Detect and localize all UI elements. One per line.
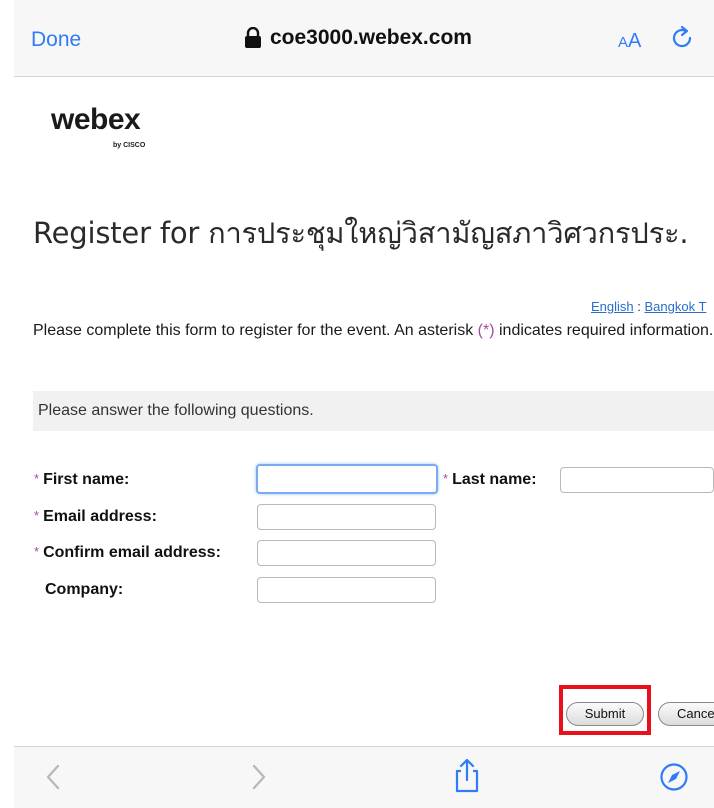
email-input[interactable] [257, 504, 436, 530]
logo-byline: by CISCO [113, 142, 146, 149]
browser-bottom-bar [14, 746, 714, 808]
required-star: * [34, 471, 40, 486]
required-marker-note: (*) [477, 322, 495, 339]
reload-icon[interactable] [670, 25, 696, 51]
forward-icon[interactable] [244, 761, 274, 793]
lang-separator: : [633, 299, 645, 314]
last-name-label-text: Last name: [452, 471, 537, 488]
last-name-label: * Last name: [443, 471, 537, 489]
first-name-input[interactable] [256, 464, 438, 494]
timezone-link[interactable]: Bangkok T [644, 299, 706, 314]
text-size-button[interactable]: AA [618, 30, 641, 53]
language-link[interactable]: English [591, 299, 634, 314]
logo-wordmark: webex [51, 103, 141, 136]
questions-header: Please answer the following questions. [38, 402, 314, 419]
required-star: * [34, 508, 40, 523]
submit-highlight-box [559, 685, 651, 735]
url-text: coe3000.webex.com [270, 26, 472, 49]
email-label-text: Email address: [43, 508, 157, 525]
intro-text-end: indicates required information. [494, 322, 714, 339]
confirm-email-label: * Confirm email address: [34, 544, 221, 562]
page-title: Register for การประชุมใหญ่วิสามัญสภาวิศว… [33, 216, 689, 250]
email-label: * Email address: [34, 508, 157, 526]
done-button[interactable]: Done [31, 28, 81, 52]
required-star: * [34, 544, 40, 559]
intro-text: Please complete this form to register fo… [33, 319, 714, 342]
intro-text-start: Please complete this form to register fo… [33, 322, 478, 339]
company-label: Company: [45, 581, 124, 598]
browser-top-bar: Done coe3000.webex.com AA [14, 0, 714, 77]
text-size-small-glyph: A [618, 34, 629, 51]
page-content: webex by CISCO Register for การประชุมใหญ… [14, 77, 714, 745]
back-icon[interactable] [38, 761, 68, 793]
required-star: * [443, 471, 449, 486]
first-name-label: * First name: [34, 471, 129, 489]
webex-logo: webex by CISCO [51, 103, 145, 150]
confirm-email-input[interactable] [257, 540, 436, 566]
cancel-button[interactable]: Cancel [658, 702, 714, 726]
confirm-email-label-text: Confirm email address: [43, 544, 221, 561]
compass-icon[interactable] [659, 761, 689, 793]
first-name-label-text: First name: [43, 471, 130, 488]
last-name-input[interactable] [560, 467, 714, 493]
language-timezone-links: English : Bangkok T [591, 299, 706, 314]
share-icon[interactable] [452, 758, 482, 794]
lock-icon [245, 27, 261, 48]
company-input[interactable] [257, 577, 436, 603]
text-size-large-glyph: A [628, 30, 642, 52]
address-bar[interactable]: coe3000.webex.com [244, 26, 472, 50]
questions-header-box: Please answer the following questions. [33, 391, 714, 431]
